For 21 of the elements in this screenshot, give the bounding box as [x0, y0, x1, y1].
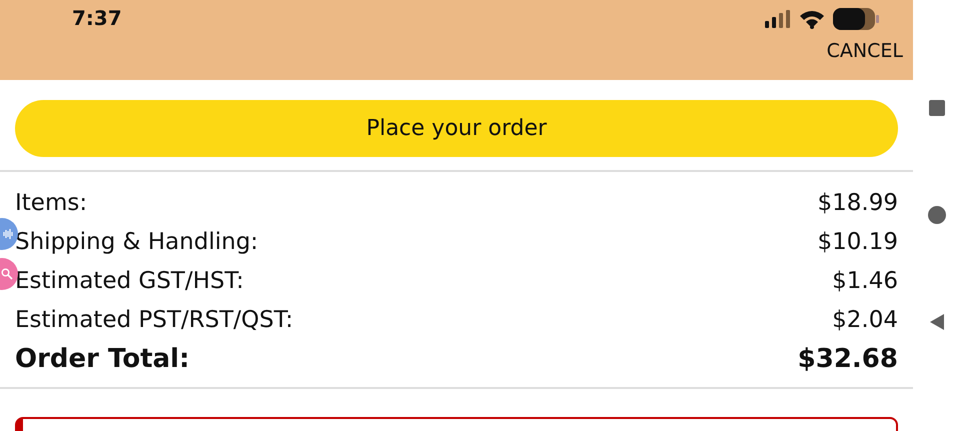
summary-amount: $10.19 — [818, 228, 898, 257]
sound-wave-icon — [3, 228, 13, 240]
summary-label: Shipping & Handling: — [15, 228, 258, 257]
summary-amount: $2.04 — [832, 306, 898, 335]
signal-icon — [765, 10, 791, 28]
recents-icon[interactable] — [928, 100, 944, 116]
summary-amount: $18.99 — [818, 189, 898, 218]
summary-label: Estimated GST/HST: — [15, 267, 244, 296]
search-icon — [1, 268, 13, 280]
summary-label: Items: — [15, 189, 88, 218]
home-icon[interactable] — [928, 206, 946, 224]
total-amount: $32.68 — [798, 343, 898, 376]
total-label: Order Total: — [15, 343, 190, 376]
wifi-icon — [799, 9, 825, 29]
clock-time: 7:37 — [72, 5, 122, 32]
summary-label: Estimated PST/RST/QST: — [15, 306, 294, 335]
back-icon[interactable] — [930, 314, 944, 330]
battery-icon — [833, 8, 879, 30]
place-order-button[interactable]: Place your order — [15, 100, 898, 157]
summary-amount: $1.46 — [832, 267, 898, 296]
cancel-button[interactable]: CANCEL — [826, 37, 903, 66]
